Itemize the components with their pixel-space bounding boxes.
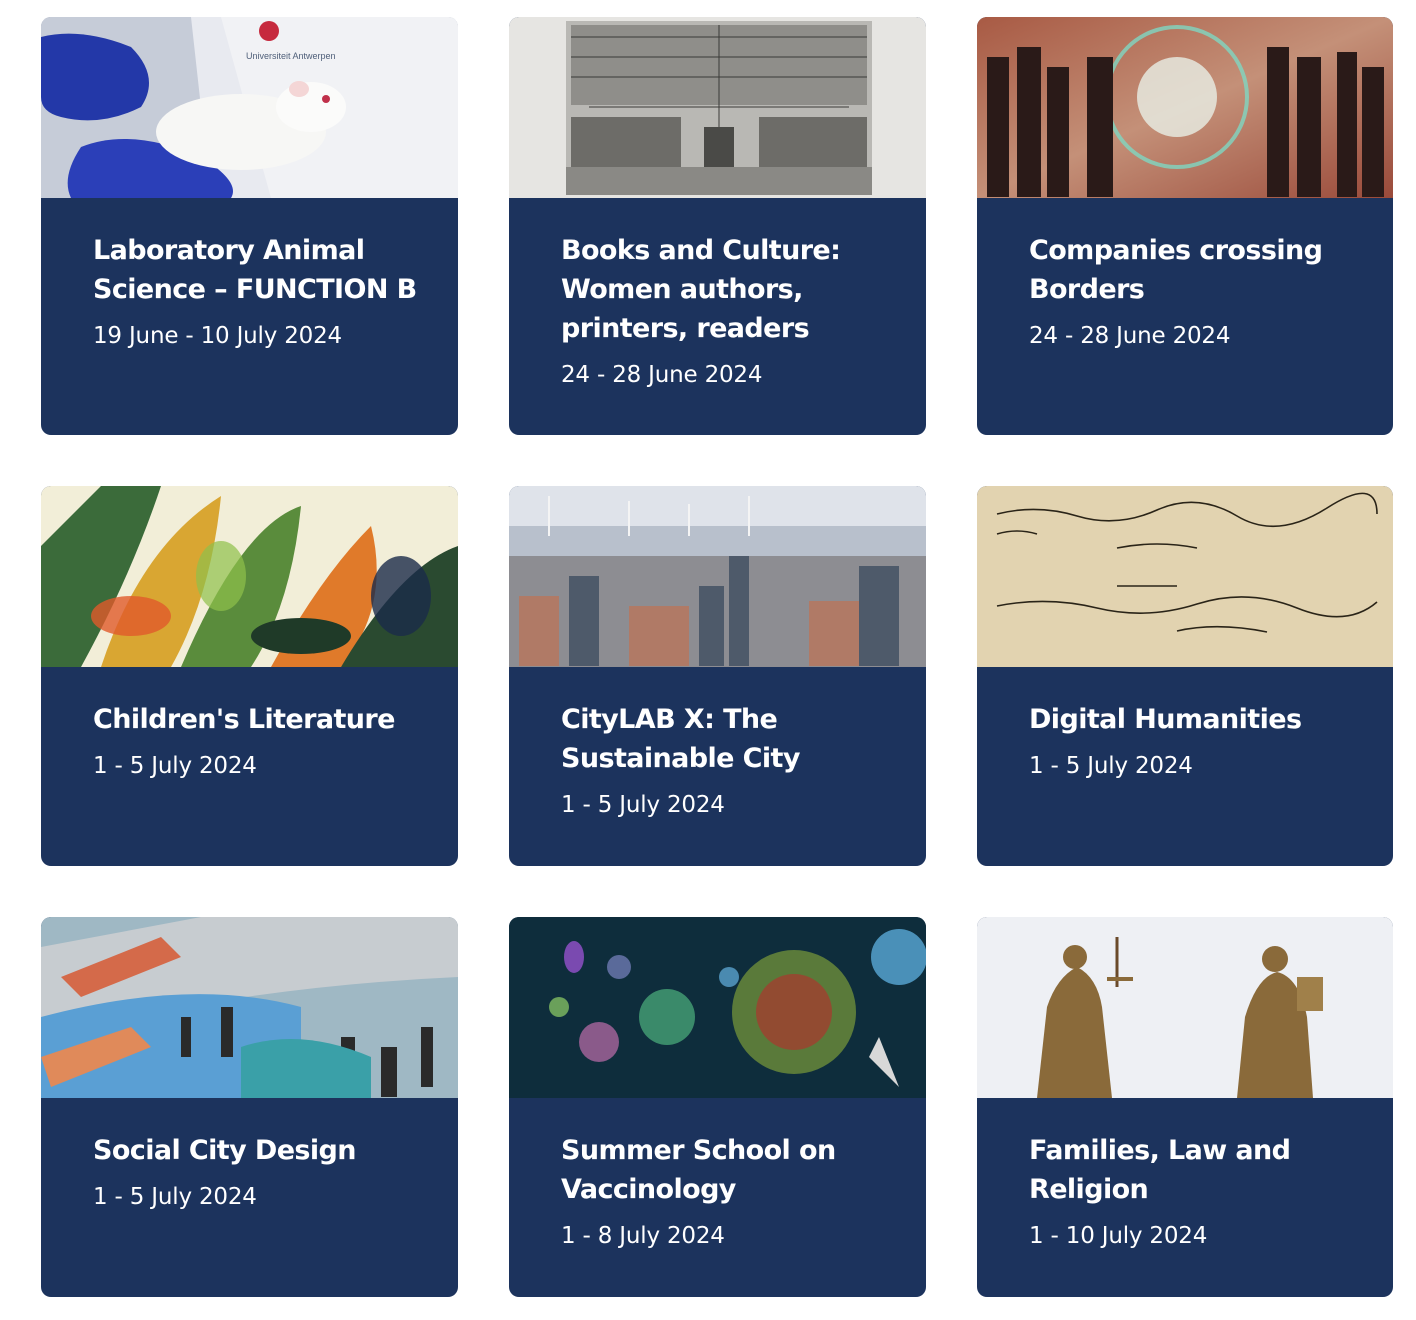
course-card-families-law-religion[interactable]: Families, Law and Religion 1 - 10 July 2…: [977, 917, 1393, 1297]
handwritten-manuscript-image: [977, 486, 1393, 667]
urban-playground-image: [41, 917, 458, 1098]
course-card-social-city-design[interactable]: Social City Design 1 - 5 July 2024: [41, 917, 458, 1297]
course-title[interactable]: Companies crossing Borders: [1029, 231, 1353, 309]
course-title[interactable]: Families, Law and Religion: [1029, 1131, 1353, 1209]
course-card-vaccinology[interactable]: Summer School on Vaccinology 1 - 8 July …: [509, 917, 926, 1297]
course-date: 24 - 28 June 2024: [1029, 323, 1231, 349]
course-card-books-and-culture[interactable]: Books and Culture: Women authors, printe…: [509, 17, 926, 435]
city-skyline-image: [509, 486, 926, 667]
course-date: 1 - 5 July 2024: [93, 753, 257, 779]
university-logo-text: Universiteit Antwerpen: [246, 51, 336, 61]
course-card-digital-humanities[interactable]: Digital Humanities 1 - 5 July 2024: [977, 486, 1393, 866]
course-title[interactable]: Summer School on Vaccinology: [561, 1131, 886, 1209]
virus-illustration-image: [509, 917, 926, 1098]
course-card-citylab-x[interactable]: CityLAB X: The Sustainable City 1 - 5 Ju…: [509, 486, 926, 866]
course-date: 1 - 5 July 2024: [93, 1184, 257, 1210]
engraving-print-shop-image: [509, 17, 926, 198]
course-card-childrens-literature[interactable]: Children's Literature 1 - 5 July 2024: [41, 486, 458, 866]
course-title[interactable]: Digital Humanities: [1029, 700, 1353, 739]
course-date: 1 - 8 July 2024: [561, 1223, 725, 1249]
course-title[interactable]: CityLAB X: The Sustainable City: [561, 700, 886, 778]
course-card-companies-crossing-borders[interactable]: Companies crossing Borders 24 - 28 June …: [977, 17, 1393, 435]
course-date: 19 June - 10 July 2024: [93, 323, 342, 349]
statues-image: [977, 917, 1393, 1098]
course-date: 24 - 28 June 2024: [561, 362, 763, 388]
course-title[interactable]: Laboratory Animal Science – FUNCTION B: [93, 231, 418, 309]
course-grid: Universiteit Antwerpen Laboratory Animal…: [0, 0, 1416, 1320]
course-title[interactable]: Social City Design: [93, 1131, 418, 1170]
course-date: 1 - 10 July 2024: [1029, 1223, 1208, 1249]
course-title[interactable]: Books and Culture: Women authors, printe…: [561, 231, 886, 348]
business-globe-image: [977, 17, 1393, 198]
course-date: 1 - 5 July 2024: [1029, 753, 1193, 779]
course-date: 1 - 5 July 2024: [561, 792, 725, 818]
course-title[interactable]: Children's Literature: [93, 700, 418, 739]
lab-rat-photo: Universiteit Antwerpen: [41, 17, 458, 198]
jungle-watercolor-image: [41, 486, 458, 667]
course-card-laboratory-animal-science[interactable]: Universiteit Antwerpen Laboratory Animal…: [41, 17, 458, 435]
